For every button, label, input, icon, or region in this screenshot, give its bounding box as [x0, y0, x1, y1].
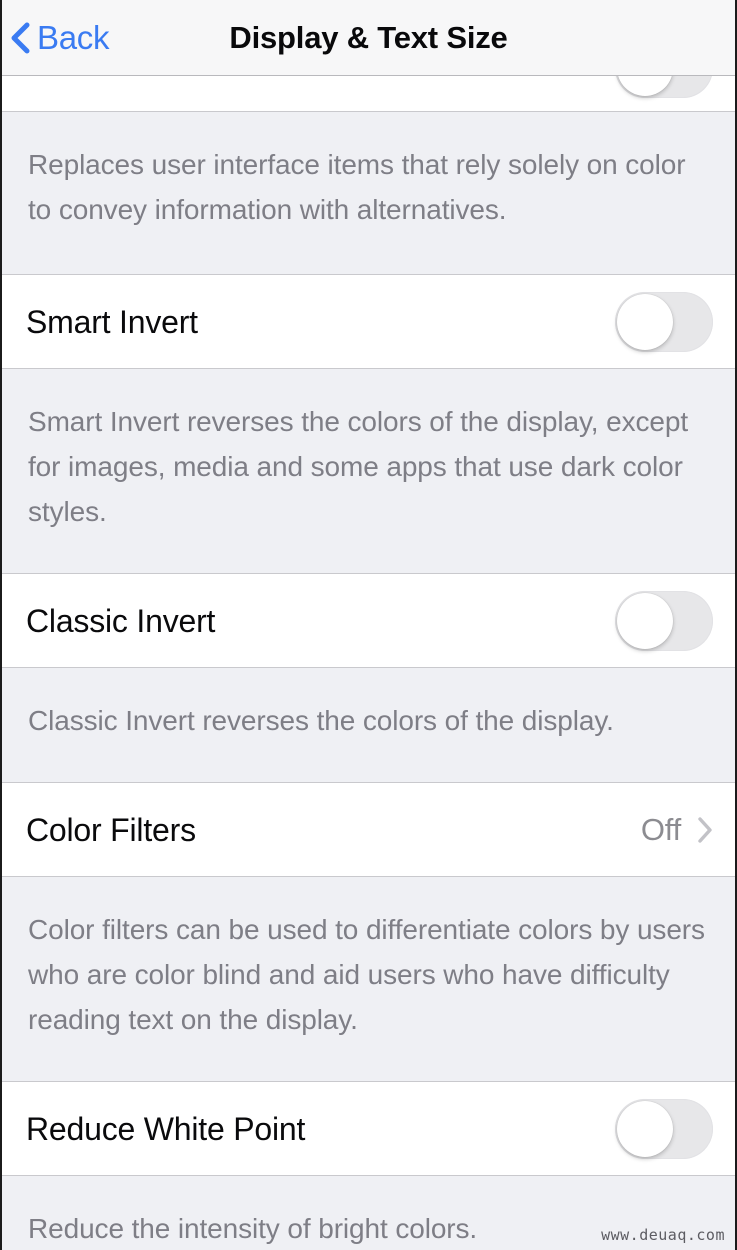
classic-invert-toggle[interactable] [615, 590, 713, 651]
differentiate-without-color-footer: Replaces user interface items that rely … [2, 112, 735, 275]
chevron-right-icon [698, 816, 712, 843]
settings-list: Replaces user interface items that rely … [2, 76, 735, 1250]
color-filters-label: Color Filters [26, 811, 196, 848]
classic-invert-footer: Classic Invert reverses the colors of th… [2, 668, 735, 783]
back-button-label: Back [37, 19, 110, 56]
watermark: www.deuaq.com [601, 1226, 725, 1244]
color-filters-footer: Color filters can be used to differentia… [2, 877, 735, 1082]
classic-invert-row[interactable]: Classic Invert [2, 574, 735, 668]
smart-invert-control [615, 291, 713, 352]
toggle-knob [617, 76, 673, 96]
color-filters-value: Off [640, 811, 681, 847]
footer-text: Color filters can be used to differentia… [28, 914, 705, 1035]
classic-invert-control [615, 590, 713, 651]
footer-text: Smart Invert reverses the colors of the … [28, 406, 689, 527]
toggle-knob [617, 1100, 673, 1157]
back-button[interactable]: Back [2, 0, 109, 75]
chevron-left-icon [11, 22, 30, 53]
smart-invert-row[interactable]: Smart Invert [2, 275, 735, 369]
footer-text: Replaces user interface items that rely … [28, 149, 686, 225]
classic-invert-label: Classic Invert [26, 602, 216, 639]
differentiate-without-color-toggle[interactable] [615, 76, 713, 98]
color-filters-row[interactable]: Color Filters Off [2, 783, 735, 877]
smart-invert-footer: Smart Invert reverses the colors of the … [2, 369, 735, 574]
reduce-white-point-label: Reduce White Point [26, 1110, 306, 1147]
toggle-knob [617, 592, 673, 649]
footer-text: Classic Invert reverses the colors of th… [28, 705, 614, 736]
toggle-knob [617, 293, 673, 350]
reduce-white-point-toggle[interactable] [615, 1098, 713, 1159]
differentiate-without-color-row[interactable] [2, 76, 735, 112]
smart-invert-label: Smart Invert [26, 303, 198, 340]
phone-screen: Back Display & Text Size Replaces user i… [0, 0, 737, 1250]
color-filters-control: Off [641, 812, 713, 848]
smart-invert-toggle[interactable] [615, 291, 713, 352]
reduce-white-point-row[interactable]: Reduce White Point [2, 1082, 735, 1176]
reduce-white-point-control [615, 1098, 713, 1159]
navigation-bar: Back Display & Text Size [2, 0, 735, 76]
page-title: Display & Text Size [229, 19, 508, 55]
